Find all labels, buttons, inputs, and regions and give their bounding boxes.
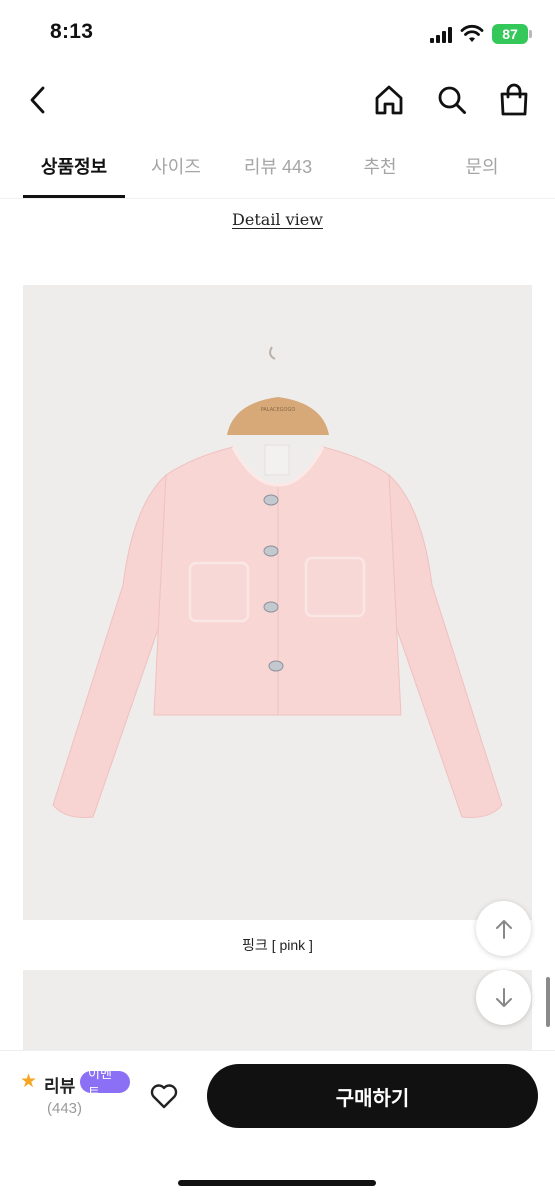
shopping-bag-icon (500, 83, 528, 116)
image-caption: 핑크 [ pink ] (242, 937, 313, 953)
search-button[interactable] (432, 80, 472, 120)
review-label: 리뷰 (44, 1077, 76, 1096)
active-tab-indicator (23, 195, 125, 198)
home-button[interactable] (369, 80, 409, 120)
scroll-up-button[interactable] (476, 901, 531, 956)
scrollbar[interactable] (546, 977, 550, 1027)
search-icon (438, 86, 466, 114)
product-image-pink-jacket: PALACEGOGO (23, 285, 532, 920)
wishlist-button[interactable] (143, 1075, 185, 1117)
wifi-icon (460, 24, 484, 49)
buy-button[interactable]: 구매하기 (207, 1064, 538, 1128)
hanger-brand-label: PALACEGOGO (261, 407, 296, 413)
scroll-down-button[interactable] (476, 970, 531, 1025)
arrow-up-icon (495, 919, 512, 939)
tab-size[interactable]: 사이즈 (125, 135, 227, 197)
home-indicator (178, 1180, 376, 1186)
cart-button[interactable] (494, 80, 534, 120)
event-badge: 이벤트 (80, 1066, 130, 1100)
product-image-next (23, 970, 532, 1050)
battery-indicator: 87 (492, 24, 528, 44)
top-nav-bar (0, 70, 555, 130)
back-button[interactable] (18, 80, 58, 120)
cellular-signal-icon (430, 27, 454, 43)
tab-reviews[interactable]: 리뷰 443 (227, 135, 329, 197)
product-tab-bar: 상품정보 사이즈 리뷰 443 추천 문의 (0, 135, 555, 199)
status-time: 8:13 (50, 20, 94, 43)
heart-icon (150, 1084, 178, 1109)
home-icon (375, 85, 403, 115)
review-summary[interactable]: ★ 리뷰 이벤트 (443) (20, 1066, 130, 1121)
battery-cap (529, 30, 532, 38)
chevron-left-icon (30, 86, 45, 114)
tab-inquiry[interactable]: 문의 (431, 135, 533, 197)
status-bar: 8:13 87 (0, 0, 555, 70)
star-icon: ★ (20, 1071, 38, 1092)
detail-view-link[interactable]: Detail view (0, 210, 555, 229)
review-count: (443) (47, 1100, 83, 1117)
bottom-action-bar: ★ 리뷰 이벤트 (443) 구매하기 (0, 1050, 555, 1200)
tab-recommend[interactable]: 추천 (329, 135, 431, 197)
tab-product-info[interactable]: 상품정보 (23, 135, 125, 197)
arrow-down-icon (495, 987, 512, 1007)
